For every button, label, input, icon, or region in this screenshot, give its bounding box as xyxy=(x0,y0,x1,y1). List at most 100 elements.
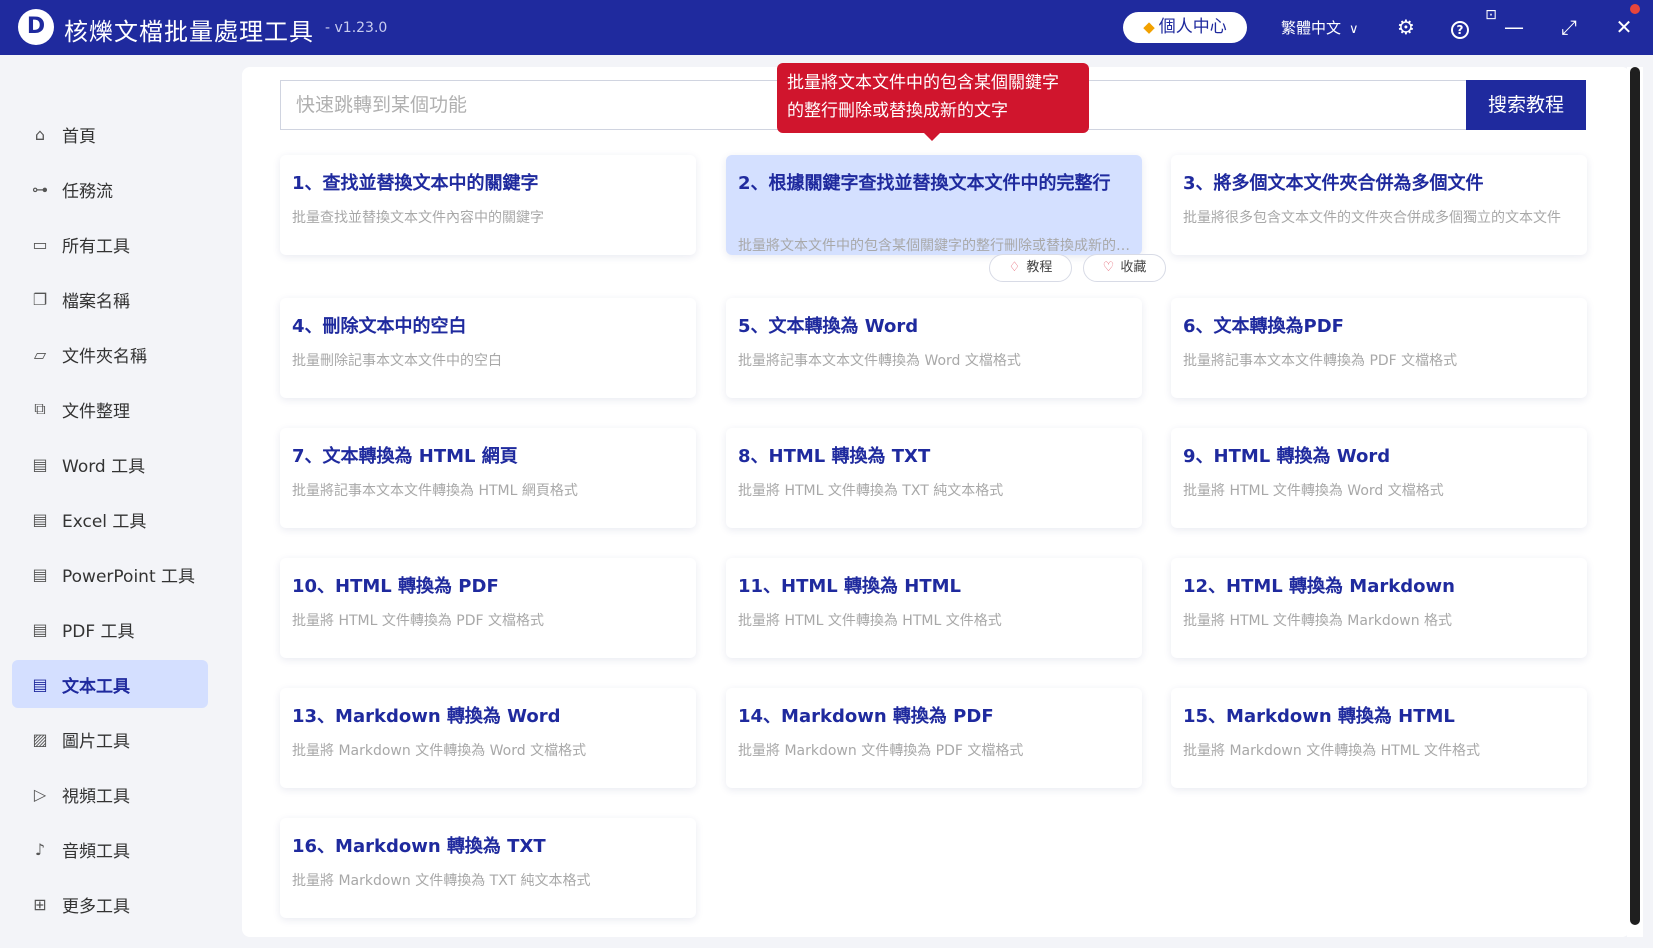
tool-card-title: 5、文本轉換為 Word xyxy=(738,316,919,337)
app-logo: D xyxy=(18,9,54,45)
sidebar-item-icon: ⊞ xyxy=(33,894,47,914)
tool-card-title: 14、Markdown 轉換為 PDF xyxy=(738,706,994,727)
card-tooltip: 批量將文本文件中的包含某個關鍵字 的整行刪除或替換成新的文字 xyxy=(777,63,1089,133)
tool-card[interactable]: 12、HTML 轉換為 Markdown 批量將 HTML 文件轉換為 Markd… xyxy=(1171,558,1587,658)
tool-card-description: 批量查找並替換文本文件內容中的關鍵字 xyxy=(292,210,544,226)
tool-card[interactable]: 4、刪除文本中的空白 批量刪除記事本文本文件中的空白 xyxy=(280,298,696,398)
tool-card-title: 8、HTML 轉換為 TXT xyxy=(738,446,931,467)
tool-card[interactable]: 13、Markdown 轉換為 Word 批量將 Markdown 文件轉換為 W… xyxy=(280,688,696,788)
sidebar-item[interactable]: ▤ PowerPoint 工具 xyxy=(12,550,208,598)
sidebar-item[interactable]: ▤ PDF 工具 xyxy=(12,605,208,653)
sidebar-item-label: 圖片工具 xyxy=(62,731,130,752)
tool-card[interactable]: 14、Markdown 轉換為 PDF 批量將 Markdown 文件轉換為 PD… xyxy=(726,688,1142,788)
favorite-button[interactable]: ♡ 收藏 xyxy=(1083,254,1166,282)
tool-card-description: 批量將很多包含文本文件的文件夾合併成多個獨立的文本文件 xyxy=(1183,210,1561,226)
sidebar-item[interactable]: ▨ 圖片工具 xyxy=(12,715,208,763)
tool-card-description: 批量將 HTML 文件轉換為 HTML 文件格式 xyxy=(738,613,1002,629)
sidebar-item-icon: ⊶ xyxy=(32,179,48,199)
tool-card-description: 批量將 Markdown 文件轉換為 Word 文檔格式 xyxy=(292,743,587,759)
tool-card[interactable]: 15、Markdown 轉換為 HTML 批量將 Markdown 文件轉換為 H… xyxy=(1171,688,1587,788)
tool-card[interactable]: 1、查找並替換文本中的關鍵字批量查找並替換文本文件內容中的關鍵字 xyxy=(280,155,696,255)
sidebar-item-label: PDF 工具 xyxy=(62,621,135,642)
language-label: 繁體中文 xyxy=(1281,19,1342,37)
sidebar-item[interactable]: ▤ Excel 工具 xyxy=(12,495,208,543)
lightbulb-icon: ♢ xyxy=(1008,260,1021,275)
sidebar-item[interactable]: ⊶ 任務流 xyxy=(12,165,208,213)
sidebar-item-label: 任務流 xyxy=(62,181,113,202)
tool-card-description: 批量將 Markdown 文件轉換為 PDF 文檔格式 xyxy=(738,743,1024,759)
tool-card-description: 批量將記事本文本文件轉換為 Word 文檔格式 xyxy=(738,353,1021,369)
tool-card[interactable]: 2、根據關鍵字查找並替換文本文件中的完整行批量將文本文件中的包含某個關鍵字的整行… xyxy=(726,155,1142,255)
tool-card-title: 16、Markdown 轉換為 TXT xyxy=(292,836,546,857)
tool-card-description: 批量將 HTML 文件轉換為 Markdown 格式 xyxy=(1183,613,1453,629)
tool-card-title: 3、將多個文本文件夾合併為多個文件 xyxy=(1183,173,1484,194)
tool-card-title: 9、HTML 轉換為 Word xyxy=(1183,446,1391,467)
sidebar-item[interactable]: ▱ 文件夾名稱 xyxy=(12,330,208,378)
sidebar-item[interactable]: ▷ 視頻工具 xyxy=(12,770,208,818)
tool-card[interactable]: 11、HTML 轉換為 HTML 批量將 HTML 文件轉換為 HTML 文件格式 xyxy=(726,558,1142,658)
tool-card-description: 批量將文本文件中的包含某個關鍵字的整行刪除或替換成新的文字 xyxy=(738,238,1130,254)
sidebar-item-icon: ♪ xyxy=(34,839,46,859)
tutorial-button[interactable]: ♢ 教程 xyxy=(989,254,1072,282)
tool-card[interactable]: 5、文本轉換為 Word 批量將記事本文本文件轉換為 Word 文檔格式 xyxy=(726,298,1142,398)
tool-card-description: 批量將 HTML 文件轉換為 Word 文檔格式 xyxy=(1183,483,1444,499)
app-title: 核爍文檔批量處理工具 xyxy=(64,18,314,46)
tool-card[interactable]: 6、文本轉換為PDF 批量將記事本文本文件轉換為 PDF 文檔格式 xyxy=(1171,298,1587,398)
chevron-down-icon: ∨ xyxy=(1349,22,1359,37)
notification-dot xyxy=(1630,4,1640,14)
close-icon[interactable]: ✕ xyxy=(1611,14,1637,40)
tool-card-description: 批量將 HTML 文件轉換為 TXT 純文本格式 xyxy=(738,483,1004,499)
tool-card-title: 15、Markdown 轉換為 HTML xyxy=(1183,706,1455,727)
search-tutorial-button[interactable]: 搜索教程 xyxy=(1466,80,1586,130)
tool-card[interactable]: 9、HTML 轉換為 Word 批量將 HTML 文件轉換為 Word 文檔格式 xyxy=(1171,428,1587,528)
tool-card[interactable]: 7、文本轉換為 HTML 網頁 批量將記事本文本文件轉換為 HTML 網頁格式 xyxy=(280,428,696,528)
sidebar-item-icon: ❐ xyxy=(32,289,48,309)
tool-card[interactable]: 16、Markdown 轉換為 TXT 批量將 Markdown 文件轉換為 TX… xyxy=(280,818,696,918)
sidebar-item[interactable]: ▤ 文本工具 xyxy=(12,660,208,708)
sidebar-item-icon: ▤ xyxy=(32,564,48,584)
sidebar-item-icon: ▤ xyxy=(32,509,48,529)
maximize-icon[interactable]: ⤢ xyxy=(1556,14,1582,40)
sidebar-item-label: Excel 工具 xyxy=(62,511,147,532)
tool-card[interactable]: 8、HTML 轉換為 TXT 批量將 HTML 文件轉換為 TXT 純文本格式 xyxy=(726,428,1142,528)
sidebar-item-label: 更多工具 xyxy=(62,896,130,917)
sidebar-item-label: 音頻工具 xyxy=(62,841,130,862)
tool-card[interactable]: 3、將多個文本文件夾合併為多個文件批量將很多包含文本文件的文件夾合併成多個獨立的… xyxy=(1171,155,1587,255)
tool-card-title: 11、HTML 轉換為 HTML xyxy=(738,576,962,597)
language-select[interactable]: 繁體中文 ∨ xyxy=(1281,17,1359,38)
tool-card[interactable]: 10、HTML 轉換為 PDF 批量將 HTML 文件轉換為 PDF 文檔格式 xyxy=(280,558,696,658)
title-bar: D 核爍文檔批量處理工具 - v1.23.0 ◆ 個人中心 繁體中文 ∨ ⚙ ? ⊡… xyxy=(0,0,1653,55)
tool-card-description: 批量將 Markdown 文件轉換為 TXT 純文本格式 xyxy=(292,873,591,889)
tooltip-line-2: 的整行刪除或替換成新的文字 xyxy=(787,101,1008,121)
sidebar-item[interactable]: ⌂ 首頁 xyxy=(12,110,208,158)
diamond-icon: ◆ xyxy=(1143,18,1155,36)
sidebar-item-label: 視頻工具 xyxy=(62,786,130,807)
profile-button[interactable]: ◆ 個人中心 xyxy=(1123,12,1247,43)
sidebar: ⌂ 首頁 ⊶ 任務流 ▭ 所有工具 ❐ 檔案名稱 ▱ 文件夾名稱 ⧉ 文件整理 ▤ Word 工具 ▤ Exc… xyxy=(0,55,210,948)
tool-card-title: 1、查找並替換文本中的關鍵字 xyxy=(292,173,539,194)
app-version: - v1.23.0 xyxy=(325,20,388,36)
sidebar-item[interactable]: ⧉ 文件整理 xyxy=(12,385,208,433)
minimize-icon[interactable]: — xyxy=(1501,14,1527,40)
help-icon[interactable]: ? xyxy=(1447,14,1473,40)
sidebar-item-label: 文件整理 xyxy=(62,401,130,422)
sidebar-item-icon: ▨ xyxy=(32,729,48,749)
sidebar-item-icon: ▱ xyxy=(33,344,47,364)
sidebar-item-label: 檔案名稱 xyxy=(62,291,130,312)
sidebar-item[interactable]: ❐ 檔案名稱 xyxy=(12,275,208,323)
tool-card-title: 2、根據關鍵字查找並替換文本文件中的完整行 xyxy=(738,173,1111,194)
scrollbar-thumb[interactable] xyxy=(1630,67,1640,925)
sidebar-item[interactable]: ⊞ 更多工具 xyxy=(12,880,208,928)
sidebar-item-label: Word 工具 xyxy=(62,456,146,477)
tool-card-title: 6、文本轉換為PDF xyxy=(1183,316,1344,337)
heart-icon: ♡ xyxy=(1102,260,1115,275)
sidebar-item[interactable]: ♪ 音頻工具 xyxy=(12,825,208,873)
sidebar-item[interactable]: ▤ Word 工具 xyxy=(12,440,208,488)
tooltip-line-1: 批量將文本文件中的包含某個關鍵字 xyxy=(787,73,1059,93)
sidebar-item-icon: ▭ xyxy=(32,234,48,254)
tool-card-description: 批量將 HTML 文件轉換為 PDF 文檔格式 xyxy=(292,613,545,629)
sidebar-item[interactable]: ▭ 所有工具 xyxy=(12,220,208,268)
sidebar-item-label: 首頁 xyxy=(62,126,96,147)
gear-icon[interactable]: ⚙ xyxy=(1393,14,1419,40)
tool-card-description: 批量將記事本文本文件轉換為 HTML 網頁格式 xyxy=(292,483,578,499)
